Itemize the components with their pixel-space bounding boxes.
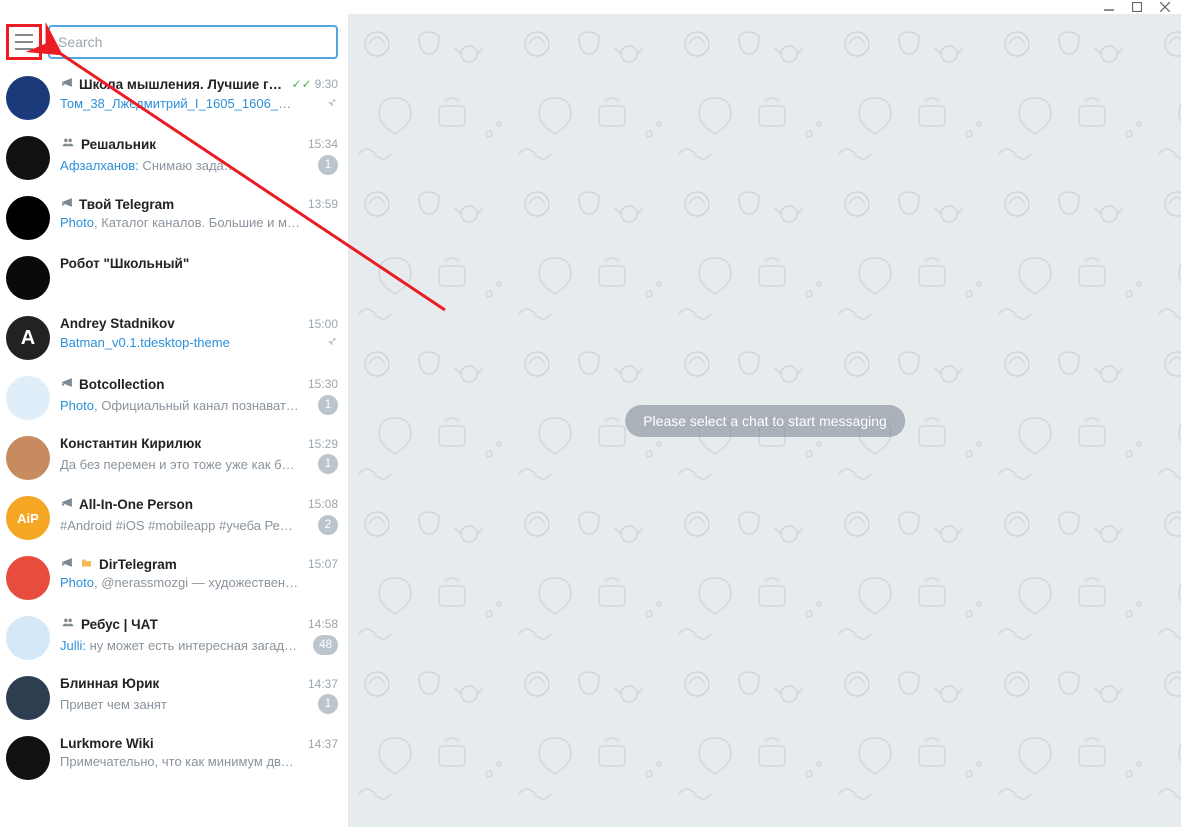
avatar (6, 736, 50, 780)
megaphone-icon (60, 376, 74, 392)
chat-preview: Да без перемен и это тоже уже как бы … (60, 457, 300, 472)
window-titlebar (0, 0, 1181, 14)
chat-item[interactable]: Блинная Юрик 14:37 Привет чем занят 1 (0, 668, 348, 728)
chat-item[interactable]: Botcollection 15:30 Photo, Официальный кан… (0, 368, 348, 428)
avatar (6, 76, 50, 120)
chat-time: 14:37 (308, 677, 338, 691)
folder-icon (79, 557, 94, 572)
chat-preview: Photo, Каталог каналов. Большие и ма… (60, 215, 300, 230)
chat-preview: #Android #iOS #mobileapp #учеба Реш… (60, 518, 300, 533)
unread-badge: 48 (313, 635, 338, 655)
chat-title: Botcollection (79, 377, 165, 392)
window-maximize-icon[interactable] (1131, 1, 1143, 13)
chat-title: Робот "Школьный" (60, 256, 189, 271)
search-input[interactable] (58, 34, 328, 50)
chat-time: 15:07 (308, 557, 338, 571)
window-minimize-icon[interactable] (1103, 1, 1115, 13)
pin-icon (324, 334, 338, 351)
chat-time: 15:29 (308, 437, 338, 451)
chat-title: Решальник (81, 137, 156, 152)
chat-item[interactable]: Решальник 15:34 Афзалханов: Снимаю зада… 1 (0, 128, 348, 188)
megaphone-icon (60, 76, 74, 92)
sidebar: Школа мышления. Лучшие го… ✓✓9:30 Том_38_Л… (0, 14, 349, 827)
unread-badge: 2 (318, 515, 338, 535)
chat-time: ✓✓9:30 (292, 77, 338, 91)
group-icon (60, 136, 76, 152)
chat-title: Lurkmore Wiki (60, 736, 154, 751)
chat-title: Константин Кирилюк (60, 436, 201, 451)
menu-button-highlight (6, 24, 42, 60)
chat-list[interactable]: Школа мышления. Лучшие го… ✓✓9:30 Том_38_Л… (0, 68, 348, 827)
avatar: A (6, 316, 50, 360)
search-field[interactable] (48, 25, 338, 59)
avatar (6, 676, 50, 720)
chat-time: 13:59 (308, 197, 338, 211)
avatar (6, 256, 50, 300)
chat-item[interactable]: Константин Кирилюк 15:29 Да без перемен и … (0, 428, 348, 488)
chat-item[interactable]: Школа мышления. Лучшие го… ✓✓9:30 Том_38_Л… (0, 68, 348, 128)
avatar (6, 376, 50, 420)
avatar (6, 436, 50, 480)
chat-time: 15:00 (308, 317, 338, 331)
unread-badge: 1 (318, 155, 338, 175)
avatar: AiP (6, 496, 50, 540)
menu-button[interactable] (11, 29, 37, 55)
chat-time: 14:37 (308, 737, 338, 751)
chat-title: Ребус | ЧАТ (81, 617, 158, 632)
chat-preview: Том_38_Лжедмитрий_I_1605_1606_Мос… (60, 96, 300, 111)
chat-title: Твой Telegram (79, 197, 174, 212)
chat-item[interactable]: A Andrey Stadnikov 15:00 Batman_v0.1.tdeskt… (0, 308, 348, 368)
chat-title: All-In-One Person (79, 497, 193, 512)
chat-title: Блинная Юрик (60, 676, 159, 691)
chat-preview: Batman_v0.1.tdesktop-theme (60, 335, 230, 350)
chat-preview: Photo, Официальный канал познавател… (60, 398, 300, 413)
avatar (6, 556, 50, 600)
chat-preview: Примечательно, что как минимум двое бу… (60, 754, 300, 769)
unread-badge: 1 (318, 694, 338, 714)
chat-item[interactable]: AiP All-In-One Person 15:08 #Android #iOS #… (0, 488, 348, 548)
chat-item[interactable]: DirTelegram 15:07 Photo, @nerassmozgi — ху… (0, 548, 348, 608)
chat-title: Школа мышления. Лучшие го… (79, 77, 288, 92)
chat-preview: Photo, @nerassmozgi — художественная #л… (60, 575, 300, 590)
chat-item[interactable]: Ребус | ЧАТ 14:58 Julli: ну может есть инт… (0, 608, 348, 668)
pin-icon (324, 95, 338, 112)
chat-time: 15:08 (308, 497, 338, 511)
group-icon (60, 616, 76, 632)
avatar (6, 196, 50, 240)
window-close-icon[interactable] (1159, 1, 1171, 13)
megaphone-icon (60, 496, 74, 512)
chat-time: 15:30 (308, 377, 338, 391)
chat-preview: Привет чем занят (60, 697, 167, 712)
read-checks-icon: ✓✓ (292, 77, 312, 91)
chat-content-area: Please select a chat to start messaging (349, 14, 1181, 827)
empty-chat-placeholder: Please select a chat to start messaging (625, 405, 905, 437)
unread-badge: 1 (318, 454, 338, 474)
chat-title: DirTelegram (99, 557, 177, 572)
unread-badge: 1 (318, 395, 338, 415)
chat-title: Andrey Stadnikov (60, 316, 175, 331)
chat-time: 15:34 (308, 137, 338, 151)
avatar (6, 136, 50, 180)
avatar (6, 616, 50, 660)
chat-item[interactable]: Lurkmore Wiki 14:37 Примечательно, что как… (0, 728, 348, 788)
chat-item[interactable]: Робот "Школьный" (0, 248, 348, 308)
megaphone-icon (60, 196, 74, 212)
chat-item[interactable]: Твой Telegram 13:59 Photo, Каталог каналов… (0, 188, 348, 248)
chat-preview: Julli: ну может есть интересная загадка… (60, 638, 300, 653)
megaphone-icon (60, 556, 74, 572)
chat-preview: Афзалханов: Снимаю зада… (60, 158, 237, 173)
chat-time: 14:58 (308, 617, 338, 631)
